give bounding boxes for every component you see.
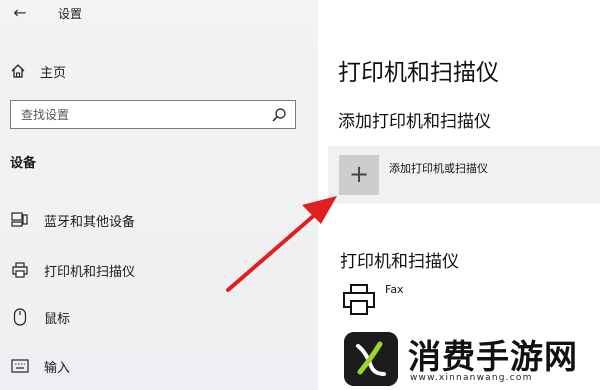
search-icon[interactable]: [271, 107, 287, 123]
add-printer-button[interactable]: + 添加打印机或扫描仪: [328, 146, 600, 204]
plus-icon: +: [339, 155, 379, 195]
watermark-url: www.xinnanwang.com: [410, 373, 533, 383]
sidebar-item-mouse[interactable]: 鼠标: [10, 306, 70, 328]
printer-icon: [10, 260, 30, 280]
search-box: [10, 100, 296, 129]
sidebar-item-typing[interactable]: 输入: [10, 355, 70, 377]
keyboard-icon: [10, 356, 30, 376]
fax-printer-icon[interactable]: [342, 283, 376, 317]
sidebar-item-label: 蓝牙和其他设备: [44, 214, 136, 230]
add-section-title: 添加打印机和扫描仪: [338, 112, 491, 132]
bluetooth-devices-icon: [10, 210, 30, 230]
settings-sidebar: ← 设置 主页 设备 蓝牙和其他设备: [0, 0, 318, 390]
sidebar-item-label: 输入: [44, 360, 71, 376]
home-icon: [11, 64, 25, 78]
sidebar-item-home[interactable]: 主页: [10, 61, 66, 81]
device-name-fax[interactable]: Fax: [385, 283, 404, 296]
window-title: 设置: [58, 7, 83, 21]
sidebar-item-bluetooth[interactable]: 蓝牙和其他设备: [10, 209, 135, 231]
sidebar-item-printers[interactable]: 打印机和扫描仪: [10, 259, 135, 281]
search-input[interactable]: [21, 105, 261, 124]
printers-list-title: 打印机和扫描仪: [340, 252, 459, 272]
sidebar-item-label: 主页: [40, 65, 67, 81]
watermark-logo: [344, 332, 398, 386]
sidebar-item-label: 打印机和扫描仪: [44, 264, 136, 280]
watermark-banner: 消费手游网 www.xinnanwang.com: [338, 328, 600, 390]
page-title: 打印机和扫描仪: [338, 60, 499, 86]
add-printer-label: 添加打印机或扫描仪: [389, 162, 488, 175]
section-label-devices: 设备: [10, 156, 37, 171]
mouse-icon: [10, 307, 30, 327]
sidebar-item-label: 鼠标: [44, 311, 71, 327]
watermark-text: 消费手游网: [408, 337, 578, 376]
back-arrow-icon[interactable]: ←: [10, 3, 30, 23]
